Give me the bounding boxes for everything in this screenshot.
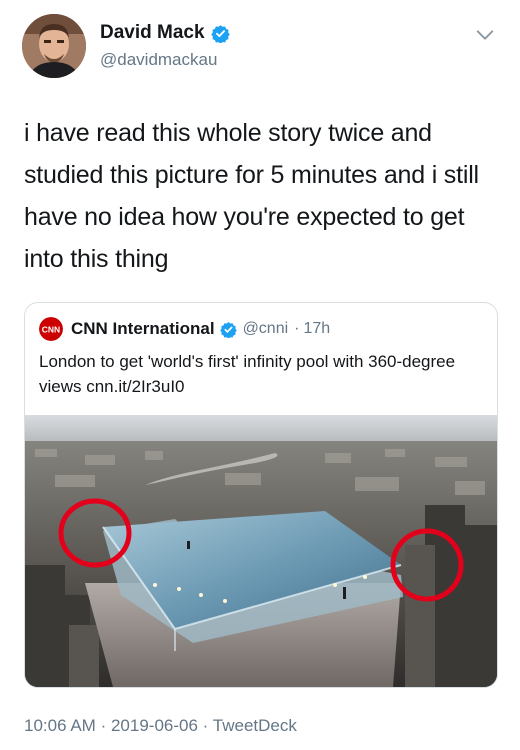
verified-badge-icon [219, 321, 237, 338]
quoted-text: London to get 'world's first' infinity p… [39, 352, 456, 396]
user-handle[interactable]: @davidmackau [100, 50, 217, 70]
cnn-logo: CNN [39, 317, 63, 341]
meta-separator-1: · [100, 716, 107, 735]
tweet-date[interactable]: 2019-06-06 [111, 716, 198, 735]
name-row: David Mack [100, 22, 230, 44]
tweet-meta: 10:06 AM · 2019-06-06 · TweetDeck [24, 716, 297, 736]
quoted-handle[interactable]: @cnni [243, 320, 289, 338]
display-name[interactable]: David Mack [100, 22, 205, 44]
cnn-logo-text: CNN [42, 325, 60, 335]
quoted-time[interactable]: 17h [303, 320, 330, 338]
quoted-separator: · [294, 320, 300, 337]
infinity-pool-image[interactable] [25, 415, 497, 687]
tweet-source[interactable]: TweetDeck [213, 716, 297, 735]
tweet-text: i have read this whole story twice and s… [24, 119, 479, 273]
quoted-tweet[interactable]: CNN CNN International @cnni · 17h London… [24, 302, 498, 688]
tweet-header: David Mack @davidmackau [22, 14, 502, 84]
tweet-time[interactable]: 10:06 AM [24, 716, 96, 735]
quoted-header: CNN CNN International @cnni · 17h [39, 317, 330, 341]
avatar[interactable] [22, 14, 86, 78]
quoted-display-name[interactable]: CNN International [71, 319, 215, 339]
chevron-down-icon[interactable] [474, 24, 496, 46]
verified-badge-icon [210, 24, 230, 43]
meta-separator-2: · [202, 716, 209, 735]
